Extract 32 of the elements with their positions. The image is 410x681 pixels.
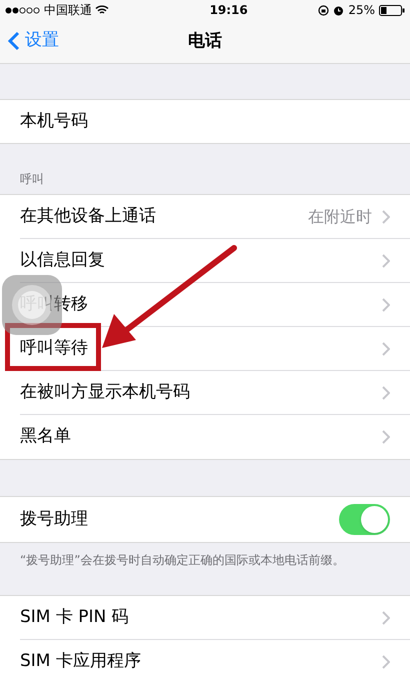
row-value: 在附近时 xyxy=(308,206,372,228)
chevron-icon xyxy=(382,610,390,624)
status-time: 19:16 xyxy=(210,2,248,19)
back-button[interactable]: 设置 xyxy=(8,28,59,54)
chevron-icon xyxy=(382,342,390,356)
row-label: 本机号码 xyxy=(20,110,88,133)
row-label: SIM 卡应用程序 xyxy=(20,650,141,674)
chevron-icon xyxy=(382,254,390,268)
chevron-icon xyxy=(382,430,390,444)
section-header: 呼叫 xyxy=(20,172,44,186)
rotation-lock-icon xyxy=(318,4,330,16)
row-label: 呼叫等待 xyxy=(20,338,88,358)
row-label: 拨号助理 xyxy=(20,508,88,531)
page-title: 电话 xyxy=(188,30,222,53)
wifi-icon xyxy=(95,5,109,15)
battery-icon xyxy=(379,4,405,16)
chevron-icon xyxy=(382,655,390,669)
battery-percent: 25% xyxy=(348,2,375,19)
back-chevron-icon xyxy=(8,30,20,51)
toggle-switch[interactable] xyxy=(339,504,390,535)
chevron-icon xyxy=(382,298,390,312)
chevron-icon xyxy=(382,386,390,400)
signal-icon xyxy=(5,6,41,14)
row-label: 黑名单 xyxy=(20,425,71,448)
row-label: 在其他设备上通话 xyxy=(20,204,156,228)
chevron-icon xyxy=(382,210,390,224)
row-label: 以信息回复 xyxy=(20,248,105,272)
section-footer: “拨号助理”会在拨号时自动确定正确的国际或本地电话前缀。 xyxy=(20,553,344,567)
alarm-icon xyxy=(333,4,344,16)
row-label: 在被叫方显示本机号码 xyxy=(20,380,190,404)
carrier-name: 中国联通 xyxy=(44,2,92,19)
row-label: SIM 卡 PIN 码 xyxy=(20,606,129,629)
